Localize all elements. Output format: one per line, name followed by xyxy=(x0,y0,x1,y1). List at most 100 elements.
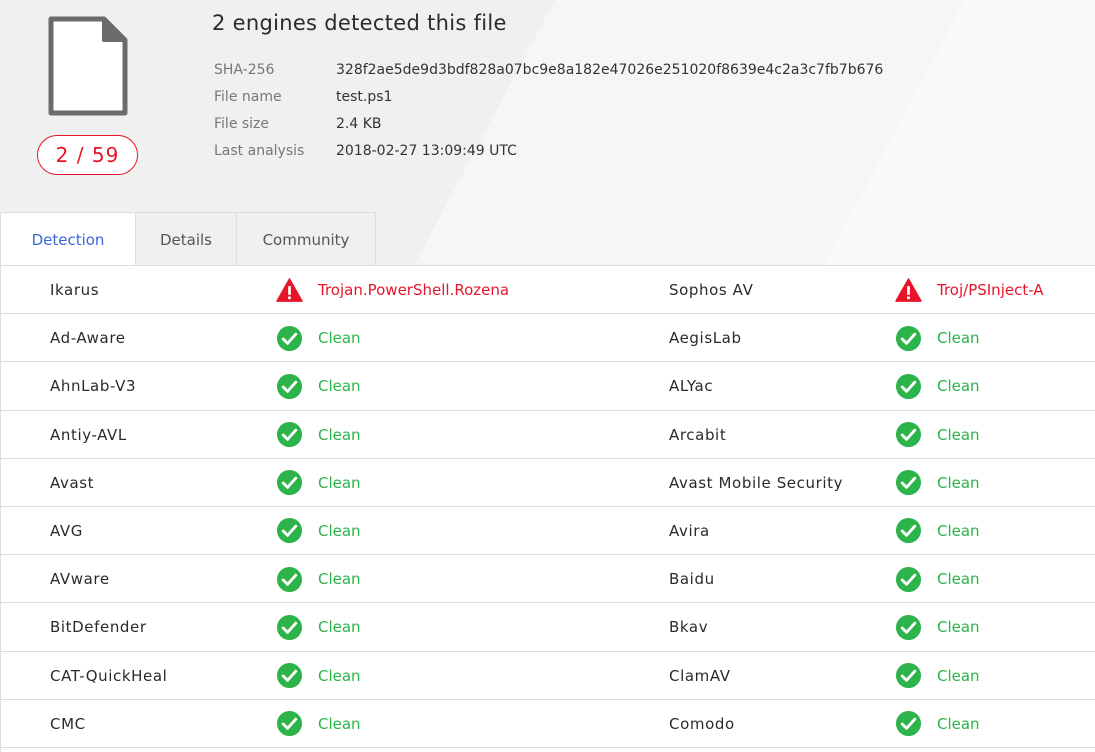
table-row: AVware Clean Baidu Clean xyxy=(1,555,1095,604)
engine-name: Sophos AV xyxy=(669,281,754,299)
engine-name: ALYac xyxy=(669,377,714,396)
metadata-row-last-analysis: Last analysis 2018-02-27 13:09:49 UTC xyxy=(214,137,883,164)
check-circle-icon xyxy=(895,662,922,689)
verdict-label: Clean xyxy=(318,570,361,589)
tab-bar: Detection Details Community xyxy=(0,212,376,266)
engine-verdict: Clean xyxy=(276,603,361,651)
check-circle-icon xyxy=(276,325,303,352)
verdict-label: Clean xyxy=(318,714,361,733)
verdict-label: Clean xyxy=(937,521,980,540)
check-circle-icon xyxy=(895,710,922,737)
check-circle-icon xyxy=(895,469,922,496)
engine-name: CMC xyxy=(50,714,86,733)
metadata-label: File name xyxy=(214,88,282,105)
verdict-label: Clean xyxy=(937,329,980,348)
engine-verdict: Clean xyxy=(276,411,361,459)
engine-name: AVG xyxy=(50,521,83,540)
engine-verdict: Clean xyxy=(895,314,980,362)
verdict-label: Clean xyxy=(318,666,361,685)
verdict-label: Clean xyxy=(937,618,980,637)
verdict-label: Clean xyxy=(318,425,361,444)
engine-name: AegisLab xyxy=(669,329,742,348)
verdict-label: Clean xyxy=(318,473,361,492)
verdict-label: Clean xyxy=(318,329,361,348)
check-circle-icon xyxy=(276,566,303,593)
engine-name: AVware xyxy=(50,570,110,589)
engine-name: Bkav xyxy=(669,618,709,637)
alert-triangle-icon xyxy=(895,277,922,304)
engine-name: ClamAV xyxy=(669,666,731,685)
check-circle-icon xyxy=(895,421,922,448)
engine-name: Arcabit xyxy=(669,425,727,444)
detection-results-table: Ikarus Trojan.PowerShell.Rozena Sophos AV T… xyxy=(0,265,1095,752)
verdict-label: Clean xyxy=(937,473,980,492)
verdict-label: Clean xyxy=(318,377,361,396)
page-title: 2 engines detected this file xyxy=(212,11,507,35)
check-circle-icon xyxy=(276,517,303,544)
metadata-label: Last analysis xyxy=(214,142,305,159)
verdict-label: Clean xyxy=(937,570,980,589)
engine-name: Avast xyxy=(50,473,95,492)
check-circle-icon xyxy=(276,614,303,641)
engine-name: Antiy-AVL xyxy=(50,425,127,444)
verdict-label: Clean xyxy=(937,714,980,733)
engine-verdict: Clean xyxy=(895,507,980,555)
engine-verdict: Clean xyxy=(276,555,361,603)
check-circle-icon xyxy=(895,373,922,400)
engine-verdict: Clean xyxy=(276,362,361,410)
table-row: Ikarus Trojan.PowerShell.Rozena Sophos AV T… xyxy=(1,266,1095,315)
engine-verdict: Clean xyxy=(895,700,980,748)
verdict-label: Trojan.PowerShell.Rozena xyxy=(318,281,510,299)
engine-verdict: Clean xyxy=(276,459,361,507)
engine-name: BitDefender xyxy=(50,618,147,637)
engine-verdict: Troj/PSInject-A xyxy=(895,266,1044,314)
table-row: Antiy-AVL Clean Arcabit Clean xyxy=(1,411,1095,459)
document-icon xyxy=(48,16,128,116)
metadata-row-file-name: File name test.ps1 xyxy=(214,83,883,110)
check-circle-icon xyxy=(276,662,303,689)
file-name-value: test.ps1 xyxy=(336,88,393,105)
verdict-label: Clean xyxy=(318,618,361,637)
metadata-label: SHA-256 xyxy=(214,61,275,78)
engine-verdict: Clean xyxy=(895,652,980,700)
verdict-label: Clean xyxy=(937,377,980,396)
table-row: CAT-QuickHeal Clean ClamAV Clean xyxy=(1,652,1095,700)
verdict-label: Troj/PSInject-A xyxy=(937,281,1044,299)
engine-verdict: Clean xyxy=(895,603,980,651)
engine-verdict: Clean xyxy=(895,555,980,603)
check-circle-icon xyxy=(895,614,922,641)
check-circle-icon xyxy=(276,373,303,400)
table-row: AhnLab-V3 Clean ALYac Clean xyxy=(1,362,1095,411)
sha256-value[interactable]: 328f2ae5de9d3bdf828a07bc9e8a182e47026e25… xyxy=(336,62,883,78)
engine-name: CAT-QuickHeal xyxy=(50,666,168,685)
verdict-label: Clean xyxy=(318,521,361,540)
tab-detection[interactable]: Detection xyxy=(0,212,136,266)
verdict-label: Clean xyxy=(937,425,980,444)
engine-name: Ikarus xyxy=(50,281,100,299)
metadata-row-sha256: SHA-256 328f2ae5de9d3bdf828a07bc9e8a182e… xyxy=(214,56,883,83)
engine-verdict: Clean xyxy=(276,507,361,555)
check-circle-icon xyxy=(276,710,303,737)
check-circle-icon xyxy=(276,469,303,496)
check-circle-icon xyxy=(895,517,922,544)
check-circle-icon xyxy=(276,421,303,448)
engine-name: Baidu xyxy=(669,570,715,589)
table-row: AVG Clean Avira Clean xyxy=(1,507,1095,556)
engine-name: Avast Mobile Security xyxy=(669,473,844,492)
engine-name: Comodo xyxy=(669,714,735,733)
file-metadata: SHA-256 328f2ae5de9d3bdf828a07bc9e8a182e… xyxy=(214,56,883,164)
engine-verdict: Clean xyxy=(895,459,980,507)
engine-verdict: Trojan.PowerShell.Rozena xyxy=(276,266,509,314)
alert-triangle-icon xyxy=(276,277,303,304)
tab-community[interactable]: Community xyxy=(237,212,376,266)
table-row: Ad-Aware Clean AegisLab Clean xyxy=(1,314,1095,363)
metadata-label: File size xyxy=(214,115,270,132)
engine-verdict: Clean xyxy=(276,700,361,748)
tab-details[interactable]: Details xyxy=(136,212,237,266)
check-circle-icon xyxy=(895,566,922,593)
metadata-row-file-size: File size 2.4 KB xyxy=(214,110,883,137)
engine-verdict: Clean xyxy=(895,362,980,410)
file-size-value: 2.4 KB xyxy=(336,115,382,132)
table-row: Avast Clean Avast Mobile Security Clean xyxy=(1,459,1095,507)
engine-name: Ad-Aware xyxy=(50,329,126,348)
